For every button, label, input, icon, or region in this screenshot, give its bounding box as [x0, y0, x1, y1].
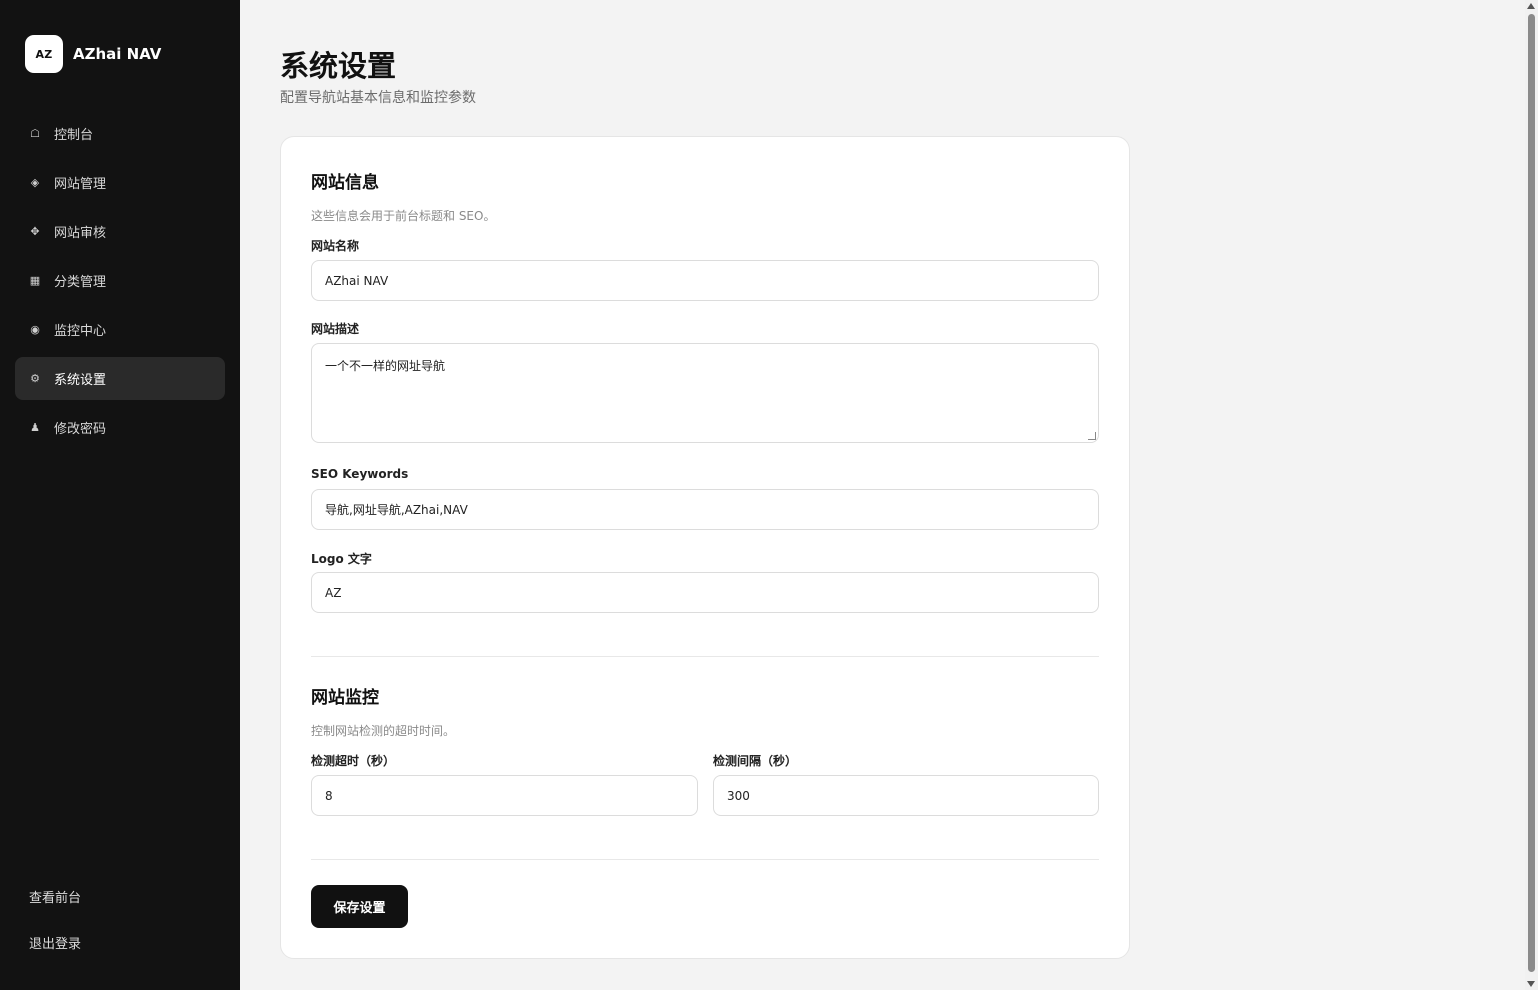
scrollbar-thumb[interactable]: [1528, 14, 1535, 972]
site-info-title: 网站信息: [311, 173, 379, 193]
sidebar: AZ AZhai NAV ☖ 控制台 ◈ 网站管理 ✥ 网站审核 ▦ 分类管理 …: [0, 0, 240, 990]
timeout-label: 检测超时（秒）: [311, 754, 396, 768]
site-name-input[interactable]: AZhai NAV: [311, 260, 1099, 301]
settings-card: 网站信息 这些信息会用于前台标题和 SEO。 网站名称 AZhai NAV 网站…: [280, 136, 1130, 959]
sidebar-item-label: 监控中心: [54, 324, 107, 339]
scroll-up-arrow-icon[interactable]: [1527, 3, 1535, 9]
page-subtitle: 配置导航站基本信息和监控参数: [280, 90, 476, 106]
grid-icon: ▦: [29, 274, 41, 287]
sidebar-item-label: 分类管理: [54, 275, 107, 290]
logo-text-input[interactable]: AZ: [311, 572, 1099, 613]
section-divider: [311, 859, 1099, 860]
site-info-description: 这些信息会用于前台标题和 SEO。: [311, 209, 496, 223]
sidebar-item-label: 系统设置: [54, 373, 107, 388]
logout-link[interactable]: 退出登录: [29, 933, 81, 979]
interval-input[interactable]: 300: [713, 775, 1099, 816]
sidebar-item-label: 网站管理: [54, 177, 107, 192]
home-icon: ☖: [30, 127, 40, 140]
gear-icon: ⚙: [30, 372, 40, 385]
seo-keywords-label: SEO Keywords: [311, 467, 409, 481]
monitor-title: 网站监控: [311, 688, 379, 708]
monitor-description: 控制网站检测的超时时间。: [311, 724, 456, 738]
page-title: 系统设置: [280, 49, 397, 83]
radio-icon: ◉: [30, 323, 40, 336]
sidebar-item-categories[interactable]: ▦ 分类管理: [15, 259, 225, 302]
timeout-input[interactable]: 8: [311, 775, 698, 816]
scrollbar[interactable]: [1525, 0, 1538, 990]
diamond-icon: ◈: [30, 176, 40, 189]
sidebar-bottom: 查看前台 退出登录: [29, 887, 81, 979]
sidebar-item-sites[interactable]: ◈ 网站管理: [15, 161, 225, 204]
site-description-label: 网站描述: [311, 322, 360, 336]
user-icon: ♟: [30, 421, 40, 434]
sidebar-item-settings[interactable]: ⚙ 系统设置: [15, 357, 225, 400]
sidebar-item-label: 网站审核: [54, 226, 107, 241]
scroll-down-arrow-icon[interactable]: [1527, 981, 1535, 987]
save-settings-button[interactable]: 保存设置: [311, 885, 408, 928]
view-frontend-link[interactable]: 查看前台: [29, 887, 81, 933]
sidebar-item-monitor[interactable]: ◉ 监控中心: [15, 308, 225, 351]
brand-logo: AZ: [25, 35, 63, 73]
seo-keywords-input[interactable]: 导航,网址导航,AZhai,NAV: [311, 489, 1099, 530]
resize-handle-icon[interactable]: [1088, 432, 1096, 440]
interval-label: 检测间隔（秒）: [713, 754, 798, 768]
site-description-textarea[interactable]: 一个不一样的网址导航: [311, 343, 1099, 443]
sidebar-item-password[interactable]: ♟ 修改密码: [15, 406, 225, 449]
logo-text-label: Logo 文字: [311, 552, 372, 566]
sidebar-item-dashboard[interactable]: ☖ 控制台: [15, 112, 225, 155]
site-description-value: 一个不一样的网址导航: [325, 359, 446, 373]
sidebar-item-label: 修改密码: [54, 422, 107, 437]
section-divider: [311, 656, 1099, 657]
sidebar-item-review[interactable]: ✥ 网站审核: [15, 210, 225, 253]
sidebar-nav: ☖ 控制台 ◈ 网站管理 ✥ 网站审核 ▦ 分类管理 ◉ 监控中心 ⚙ 系统设置…: [15, 112, 225, 455]
review-icon: ✥: [30, 225, 40, 238]
sidebar-item-label: 控制台: [54, 128, 94, 143]
brand[interactable]: AZ AZhai NAV: [25, 35, 161, 73]
site-name-label: 网站名称: [311, 239, 360, 253]
brand-name: AZhai NAV: [73, 45, 162, 63]
